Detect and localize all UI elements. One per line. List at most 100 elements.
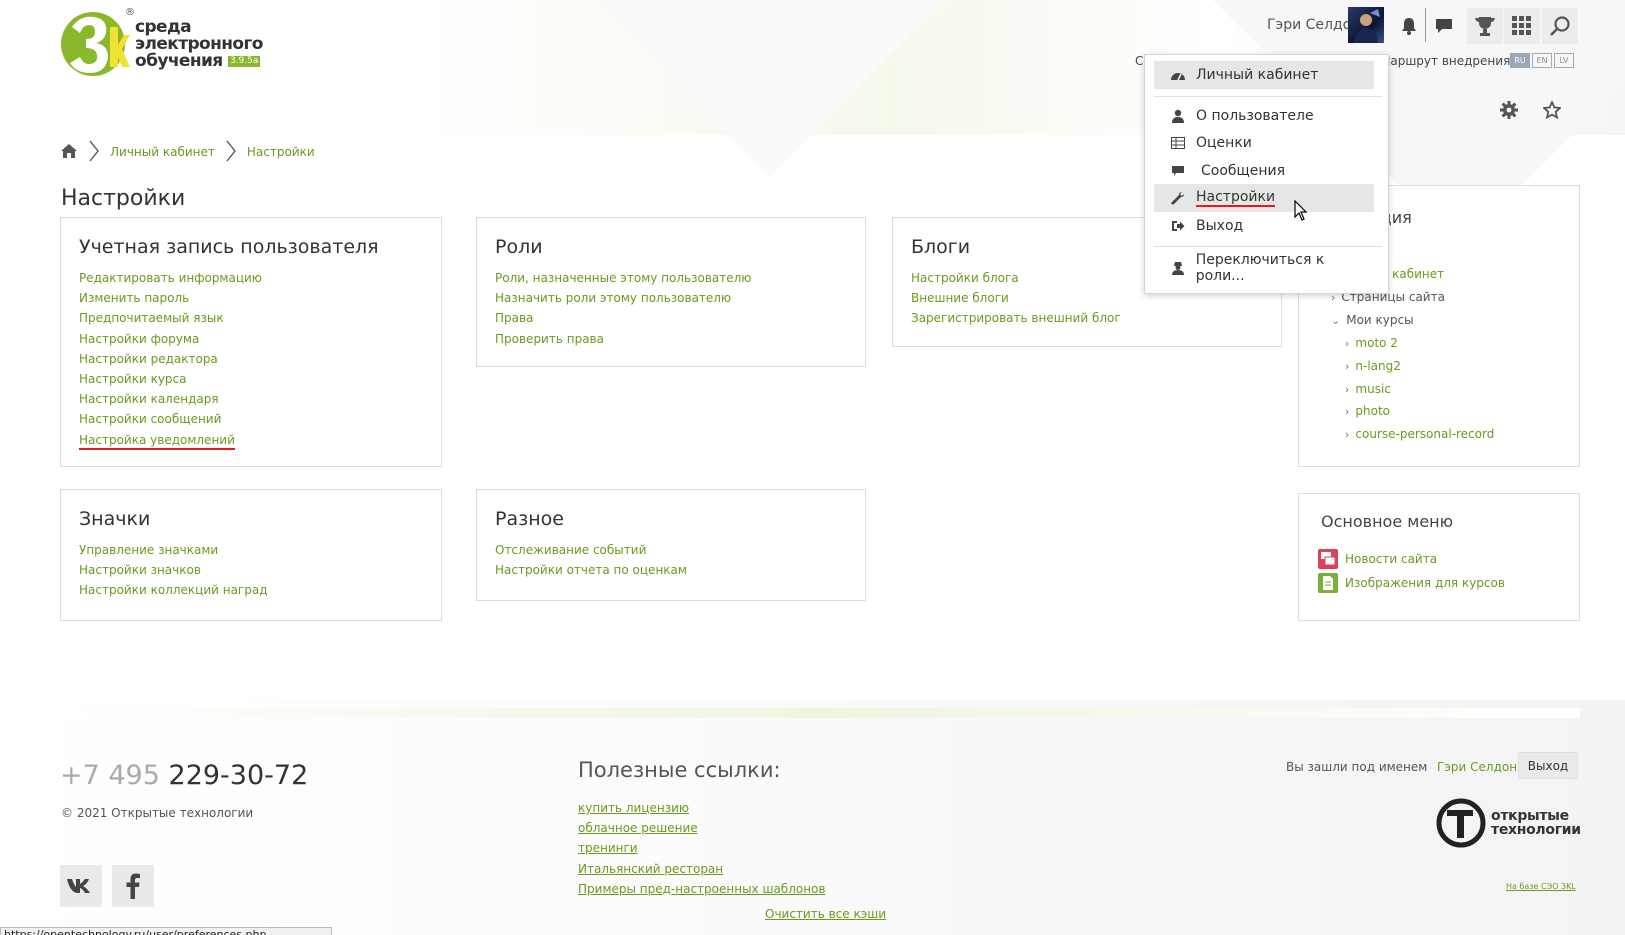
search-icon[interactable] bbox=[1542, 8, 1578, 44]
link-badge-settings[interactable]: Настройки значков bbox=[79, 560, 423, 580]
logged-in-text: Вы зашли под именем bbox=[1286, 760, 1428, 774]
messages-icon[interactable] bbox=[1428, 10, 1460, 42]
menu-item-grades[interactable]: Оценки bbox=[1154, 129, 1374, 157]
tree-item-label: photo bbox=[1355, 404, 1391, 418]
menu-item-profile[interactable]: О пользователе bbox=[1154, 102, 1374, 130]
footer-link[interactable]: Примеры пред-настроенных шаблонов bbox=[578, 879, 825, 899]
tree-item-course[interactable]: › course-personal-record bbox=[1345, 427, 1494, 441]
link-preferred-language[interactable]: Предпочитаемый язык bbox=[79, 308, 423, 328]
link-course-settings[interactable]: Настройки курса bbox=[79, 369, 423, 389]
logged-user-link[interactable]: Гэри Селдон bbox=[1437, 760, 1517, 774]
card-title: Роли bbox=[495, 236, 543, 258]
tree-item-label: moto 2 bbox=[1355, 336, 1398, 350]
footer-phone: +7 495 229-30-72 bbox=[60, 760, 308, 791]
link-assign-roles[interactable]: Назначить роли этому пользователю bbox=[495, 288, 847, 308]
link-grade-report-settings[interactable]: Настройки отчета по оценкам bbox=[495, 560, 847, 580]
link-event-monitoring[interactable]: Отслеживание событий bbox=[495, 540, 847, 560]
lang-lv[interactable]: LV bbox=[1554, 53, 1574, 68]
status-bar-url: https://opentechnology.ru/user/preferenc… bbox=[0, 927, 332, 935]
link-notification-settings[interactable]: Настройка уведомлений bbox=[79, 430, 423, 450]
open-technologies-logo[interactable]: открытые технологии bbox=[1435, 797, 1581, 849]
trophy-icon[interactable] bbox=[1467, 8, 1503, 44]
footer-link[interactable]: Итальянский ресторан bbox=[578, 859, 825, 879]
breadcrumb: Личный кабинет Настройки bbox=[60, 140, 315, 164]
apps-grid-icon[interactable] bbox=[1504, 8, 1540, 44]
breadcrumb-settings[interactable]: Настройки bbox=[247, 145, 315, 159]
phone-number: 229-30-72 bbox=[168, 760, 309, 791]
block-title: Основное меню bbox=[1321, 512, 1454, 531]
tree-item-course[interactable]: › music bbox=[1345, 382, 1391, 396]
link-award-collections[interactable]: Настройки коллекций наград bbox=[79, 580, 423, 600]
menu-item-messages[interactable]: Сообщения bbox=[1154, 157, 1374, 185]
link-editor-settings[interactable]: Настройки редактора bbox=[79, 349, 423, 369]
menu-item-preferences[interactable]: Настройки bbox=[1154, 184, 1374, 212]
menu-item-label: Настройки bbox=[1196, 189, 1276, 207]
link-register-external-blog[interactable]: Зарегистрировать внешний блог bbox=[911, 308, 1263, 328]
footer-link[interactable]: облачное решение bbox=[578, 818, 825, 838]
dashboard-icon bbox=[1170, 69, 1186, 81]
link-permissions[interactable]: Права bbox=[495, 308, 847, 328]
chevron-right-icon: › bbox=[1345, 383, 1350, 396]
main-menu-item-label: Изображения для курсов bbox=[1345, 576, 1505, 590]
logo-3k-mark bbox=[61, 12, 130, 76]
sign-out-icon bbox=[1170, 220, 1186, 232]
route-prefix: С bbox=[1135, 54, 1144, 68]
menu-item-dashboard[interactable]: Личный кабинет bbox=[1154, 61, 1374, 89]
based-on-link[interactable]: На базе СЭО 3KL bbox=[1506, 882, 1576, 891]
star-icon[interactable] bbox=[1541, 99, 1563, 123]
main-menu-item-label: Новости сайта bbox=[1345, 552, 1438, 566]
page-icon bbox=[1318, 573, 1338, 593]
footer-link[interactable]: купить лицензию bbox=[578, 798, 825, 818]
logo-line-text: обучения bbox=[135, 51, 223, 71]
tree-item-label: n-lang2 bbox=[1355, 359, 1401, 373]
card-misc: Разное Отслеживание событий Настройки от… bbox=[476, 489, 866, 601]
mouse-cursor-icon bbox=[1294, 199, 1308, 226]
user-name[interactable]: Гэри Селдон bbox=[1267, 17, 1360, 33]
menu-item-switch-role[interactable]: Переключиться к роли... bbox=[1154, 252, 1374, 284]
link-assigned-roles[interactable]: Роли, назначенные этому пользователю bbox=[495, 268, 847, 288]
menu-item-label: Личный кабинет bbox=[1196, 67, 1319, 83]
link-forum-settings[interactable]: Настройки форума bbox=[79, 329, 423, 349]
comment-icon bbox=[1170, 166, 1186, 176]
card-title: Разное bbox=[495, 508, 564, 530]
logout-button[interactable]: Выход bbox=[1518, 752, 1578, 779]
home-icon[interactable] bbox=[60, 143, 78, 162]
card-title: Значки bbox=[79, 508, 151, 530]
menu-item-logout[interactable]: Выход bbox=[1154, 212, 1374, 240]
footer-link[interactable]: тренинги bbox=[578, 838, 825, 858]
link-message-settings[interactable]: Настройки сообщений bbox=[79, 409, 423, 429]
breadcrumb-dashboard[interactable]: Личный кабинет bbox=[110, 145, 215, 159]
avatar-image bbox=[1354, 9, 1380, 43]
menu-item-label: Выход bbox=[1196, 218, 1244, 234]
clear-cache-link[interactable]: Очистить все кэши bbox=[765, 907, 886, 921]
vk-icon[interactable] bbox=[60, 865, 102, 907]
facebook-icon[interactable] bbox=[112, 865, 154, 907]
gear-icon[interactable] bbox=[1500, 101, 1518, 123]
lang-ru[interactable]: RU bbox=[1510, 53, 1530, 68]
tree-item-my-courses[interactable]: ⌄ Мои курсы bbox=[1331, 313, 1414, 327]
implementation-route-link[interactable]: Маршрут внедрения bbox=[1380, 54, 1510, 68]
useful-links-title: Полезные ссылки: bbox=[578, 758, 781, 782]
chevron-right-icon: › bbox=[1345, 405, 1350, 418]
page-title: Настройки bbox=[61, 186, 186, 211]
link-manage-badges[interactable]: Управление значками bbox=[79, 540, 423, 560]
tree-item-course[interactable]: › moto 2 bbox=[1345, 336, 1398, 350]
main-menu-item-images[interactable]: Изображения для курсов bbox=[1318, 573, 1505, 593]
lang-en[interactable]: EN bbox=[1532, 53, 1552, 68]
ot-line: технологии bbox=[1491, 822, 1581, 838]
tree-item-course[interactable]: › n-lang2 bbox=[1345, 359, 1401, 373]
user-secret-icon bbox=[1170, 261, 1186, 275]
link-change-password[interactable]: Изменить пароль bbox=[79, 288, 423, 308]
notifications-icon[interactable] bbox=[1393, 10, 1425, 42]
site-logo[interactable]: ® среда электронного обучения 3.9.5a bbox=[60, 7, 263, 79]
chevron-right-icon bbox=[225, 139, 237, 166]
user-menu-dropdown: Личный кабинет О пользователе Оценки Соо… bbox=[1144, 54, 1389, 294]
link-edit-profile[interactable]: Редактировать информацию bbox=[79, 268, 423, 288]
link-check-permissions[interactable]: Проверить права bbox=[495, 329, 847, 349]
avatar[interactable] bbox=[1348, 7, 1384, 43]
tree-item-course[interactable]: › photo bbox=[1345, 404, 1390, 418]
main-menu-item-news[interactable]: Новости сайта bbox=[1318, 549, 1437, 569]
link-notification-settings-label: Настройка уведомлений bbox=[79, 432, 235, 450]
menu-item-label: О пользователе bbox=[1196, 108, 1314, 124]
link-calendar-settings[interactable]: Настройки календаря bbox=[79, 389, 423, 409]
